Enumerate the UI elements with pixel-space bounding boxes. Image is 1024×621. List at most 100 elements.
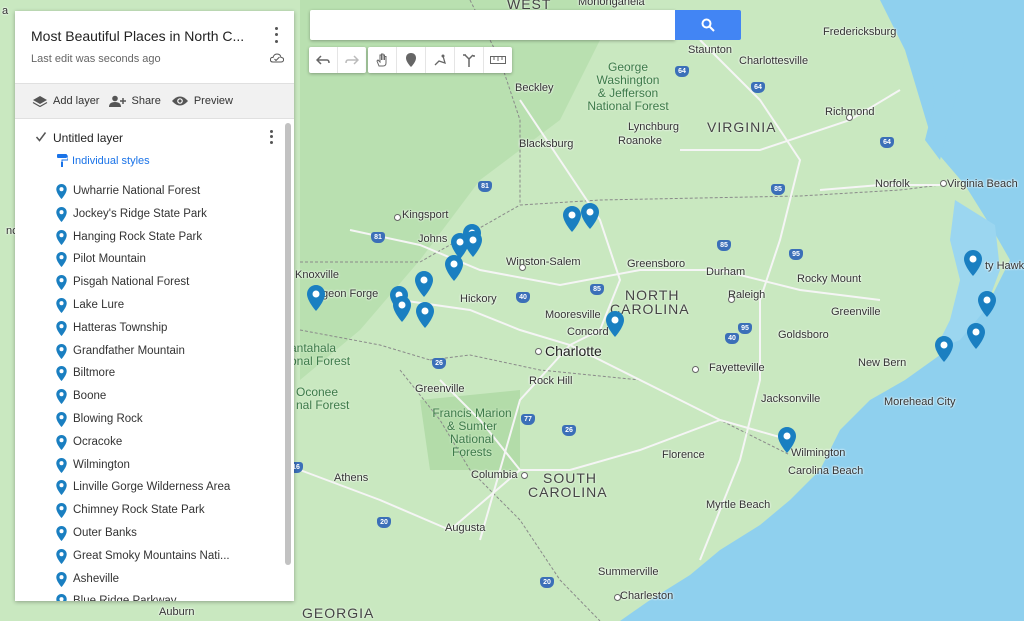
city-greensboro: Greensboro xyxy=(627,258,686,270)
city-dot xyxy=(940,180,947,187)
place-list-item[interactable]: Outer Banks xyxy=(15,523,285,546)
map-marker-icon[interactable] xyxy=(393,296,411,322)
add-layer-button[interactable]: Add layer xyxy=(32,95,99,107)
place-list-item[interactable]: Blue Ridge Parkway xyxy=(15,591,285,601)
place-name: Biltmore xyxy=(73,367,116,380)
place-list-item[interactable]: Pisgah National Forest xyxy=(15,272,285,295)
place-list-item[interactable]: Great Smoky Mountains Nati... xyxy=(15,546,285,569)
city-dot xyxy=(692,366,699,373)
place-name: Pisgah National Forest xyxy=(73,276,190,289)
paint-roller-icon xyxy=(57,154,68,167)
place-name: Grandfather Mountain xyxy=(73,344,185,357)
place-list-item[interactable]: Grandfather Mountain xyxy=(15,341,285,364)
city-dot xyxy=(614,594,621,601)
place-list: Uwharrie National Forest Jockey's Ridge S… xyxy=(15,181,285,601)
layers-icon xyxy=(32,96,48,107)
place-list-item[interactable]: Pilot Mountain xyxy=(15,249,285,272)
map-marker-icon[interactable] xyxy=(307,285,325,311)
map-marker-icon[interactable] xyxy=(606,311,624,337)
map-marker-icon[interactable] xyxy=(581,203,599,229)
map-marker-icon[interactable] xyxy=(415,271,433,297)
place-list-item[interactable]: Biltmore xyxy=(15,363,285,386)
city-dot xyxy=(728,296,735,303)
region-francis-marion-nf: Francis Marion & Sumter National Forests xyxy=(420,407,524,459)
map-marker-icon[interactable] xyxy=(967,323,985,349)
highway-shield: 85 xyxy=(771,184,785,195)
city-augusta: Augusta xyxy=(445,522,486,534)
city-dot xyxy=(846,114,853,121)
city-staunton: Staunton xyxy=(688,44,733,56)
preview-label: Preview xyxy=(193,95,233,107)
measure-button[interactable] xyxy=(484,47,512,73)
place-list-item[interactable]: Jockey's Ridge State Park xyxy=(15,204,285,227)
map-marker-icon[interactable] xyxy=(978,291,996,317)
city-greenville-nc: Greenville xyxy=(831,306,881,318)
place-list-item[interactable]: Hatteras Township xyxy=(15,318,285,341)
place-name: Blowing Rock xyxy=(73,412,143,425)
city-goldsboro: Goldsboro xyxy=(778,329,829,341)
place-name: Uwharrie National Forest xyxy=(73,185,201,197)
layer-visibility-checkbox[interactable] xyxy=(35,131,47,143)
place-list-item[interactable]: Chimney Rock State Park xyxy=(15,500,285,523)
city-dot xyxy=(519,264,526,271)
place-list-item[interactable]: Lake Lure xyxy=(15,295,285,318)
place-name: Ocracoke xyxy=(73,435,123,448)
eye-icon xyxy=(171,96,188,106)
city-concord: Concord xyxy=(567,326,609,338)
place-list-item[interactable]: Ocracoke xyxy=(15,432,285,455)
map-marker-icon[interactable] xyxy=(935,336,953,362)
place-list-item[interactable]: Uwharrie National Forest xyxy=(15,181,285,204)
place-marker-icon xyxy=(56,480,67,496)
city-rock-hill: Rock Hill xyxy=(529,375,573,387)
map-options-menu-icon[interactable] xyxy=(271,25,281,45)
map-marker-icon[interactable] xyxy=(563,206,581,232)
region-nantahala-nf: antahala onal Forest xyxy=(290,342,360,368)
map-sidebar-panel: Most Beautiful Places in North C... Last… xyxy=(15,11,294,601)
region-line: National Forest xyxy=(587,99,669,113)
place-list-item[interactable]: Boone xyxy=(15,386,285,409)
city-fredericksburg: Fredericksburg xyxy=(823,26,897,38)
place-list-item[interactable]: Blowing Rock xyxy=(15,409,285,432)
place-list-item[interactable]: Hanging Rock State Park xyxy=(15,227,285,250)
place-name: Linville Gorge Wilderness Area xyxy=(73,481,231,494)
state-label-virginia: VIRGINIA xyxy=(707,119,777,135)
place-marker-icon xyxy=(56,275,67,291)
undo-button[interactable] xyxy=(309,47,338,73)
place-name: Chimney Rock State Park xyxy=(73,504,205,517)
place-list-item[interactable]: Linville Gorge Wilderness Area xyxy=(15,477,285,500)
redo-button[interactable] xyxy=(338,47,366,73)
hand-icon xyxy=(376,53,387,67)
map-marker-icon[interactable] xyxy=(416,302,434,328)
city-durham: Durham xyxy=(706,266,746,278)
map-title[interactable]: Most Beautiful Places in North C... xyxy=(31,28,261,44)
highway-shield: 85 xyxy=(717,240,731,251)
search-button[interactable] xyxy=(675,10,741,40)
directions-button[interactable] xyxy=(455,47,484,73)
place-list-item[interactable]: Asheville xyxy=(15,569,285,592)
share-button[interactable]: Share xyxy=(108,95,161,107)
city-carolina-beach: Carolina Beach xyxy=(788,465,864,477)
city-blacksburg: Blacksburg xyxy=(519,138,574,150)
city-knoxville: Knoxville xyxy=(295,269,340,281)
layer-options-menu-icon[interactable] xyxy=(268,129,274,145)
redo-icon xyxy=(345,55,359,65)
city-winston-salem: Winston-Salem xyxy=(506,256,581,268)
city-johnson-city: Johns xyxy=(418,233,448,245)
map-marker-icon[interactable] xyxy=(778,427,796,453)
layer-name[interactable]: Untitled layer xyxy=(53,131,123,145)
highway-shield: 64 xyxy=(751,82,765,93)
search-input[interactable] xyxy=(310,10,675,40)
select-tool-button[interactable] xyxy=(368,47,397,73)
preview-button[interactable]: Preview xyxy=(171,95,233,107)
individual-styles-link[interactable]: Individual styles xyxy=(57,154,150,167)
city-monongahela: Monongahela xyxy=(578,0,645,8)
draw-line-button[interactable] xyxy=(426,47,455,73)
panel-scrollbar[interactable] xyxy=(285,123,291,565)
city-norfolk: Norfolk xyxy=(875,178,910,190)
add-marker-button[interactable] xyxy=(397,47,426,73)
place-list-item[interactable]: Wilmington xyxy=(15,455,285,478)
map-marker-icon[interactable] xyxy=(464,231,482,257)
city-auburn: Auburn xyxy=(159,606,195,618)
map-marker-icon[interactable] xyxy=(964,250,982,276)
highway-shield: 20 xyxy=(377,517,391,528)
